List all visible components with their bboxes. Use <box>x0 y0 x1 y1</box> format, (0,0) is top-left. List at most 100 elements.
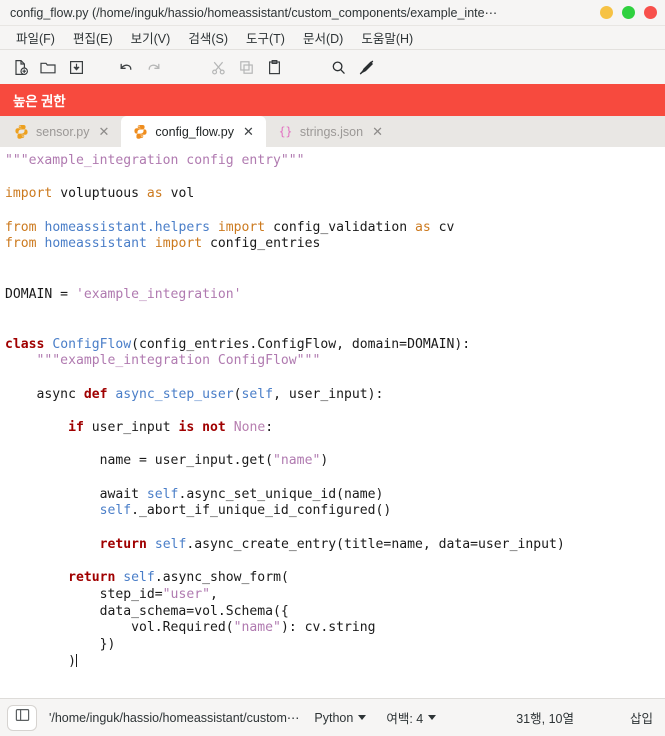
code-line: from homeassistant import config_entries <box>5 236 665 253</box>
tab-label: strings.json <box>299 124 364 139</box>
tab-close-icon[interactable]: ✕ <box>241 123 256 141</box>
code-line: }) <box>5 637 665 654</box>
menu-item-search[interactable]: 검색(S) <box>179 26 237 49</box>
tab-bar: sensor.py ✕ config_flow.py ✕ {} strings.… <box>0 116 665 148</box>
menu-item-tools[interactable]: 도구(T) <box>237 26 294 49</box>
highlight-off-icon <box>358 59 375 76</box>
code-token: ._abort_if_unique_id_configured() <box>131 503 392 519</box>
code-token: (config_entries.ConfigFlow, domain=DOMAI… <box>131 336 471 352</box>
open-folder-button[interactable] <box>34 54 62 80</box>
python-file-icon <box>14 124 29 139</box>
indent-selector[interactable]: 여백: 4 <box>381 705 441 730</box>
code-token: homeassistant.helpers <box>44 219 210 235</box>
code-token: , user_input): <box>273 386 384 402</box>
redo-button[interactable] <box>140 54 168 80</box>
search-button[interactable] <box>324 54 352 80</box>
code-line: step_id="user", <box>5 587 665 604</box>
code-token: }) <box>5 636 116 652</box>
code-token: self <box>241 386 274 402</box>
code-token: if <box>68 420 84 435</box>
menu-bar: 파일(F) 편집(E) 보기(V) 검색(S) 도구(T) 문서(D) 도움말(… <box>0 26 665 50</box>
code-line: return self.async_create_entry(title=nam… <box>5 537 665 554</box>
code-token: step_id= <box>5 586 163 602</box>
copy-button[interactable] <box>232 54 260 80</box>
highlight-off-button[interactable] <box>352 54 380 80</box>
python-file-icon <box>133 124 148 139</box>
code-token: return <box>68 570 116 586</box>
code-token: ): cv.string <box>280 620 376 636</box>
code-token: DOMAIN = <box>5 286 76 302</box>
code-token: ) <box>5 653 76 669</box>
code-token: self <box>154 536 187 552</box>
code-editor[interactable]: """example_integration config entry""" i… <box>0 148 665 698</box>
code-token: as <box>414 219 431 235</box>
code-content[interactable]: """example_integration config entry""" i… <box>2 153 665 670</box>
close-button[interactable] <box>644 6 657 19</box>
menu-item-edit[interactable]: 편집(E) <box>64 26 122 49</box>
toolbar <box>0 50 665 84</box>
code-token: name = user_input.get( <box>5 453 274 469</box>
undo-button[interactable] <box>112 54 140 80</box>
paste-button[interactable] <box>260 54 288 80</box>
tab-close-icon[interactable]: ✕ <box>97 123 112 141</box>
code-token: : <box>265 420 274 435</box>
status-bar: '/home/inguk/hassio/homeassistant/custom… <box>0 698 665 736</box>
tab-close-icon[interactable]: ✕ <box>370 123 385 141</box>
menu-item-file[interactable]: 파일(F) <box>7 26 64 49</box>
code-token: import <box>154 236 203 252</box>
code-token: 'example_integration' <box>75 286 242 302</box>
code-token: config_entries <box>202 236 321 252</box>
code-token: not <box>202 420 226 435</box>
code-token: import <box>5 186 53 202</box>
tab-strings-json[interactable]: {} strings.json ✕ <box>266 116 395 147</box>
redo-icon <box>145 59 163 76</box>
code-line: async def async_step_user(self, user_inp… <box>5 387 665 404</box>
tab-config-flow-py[interactable]: config_flow.py ✕ <box>121 116 266 147</box>
insert-mode-label: 삽입 <box>629 712 653 726</box>
menu-item-document[interactable]: 문서(D) <box>294 26 352 49</box>
code-line: class ConfigFlow(config_entries.ConfigFl… <box>5 337 665 354</box>
undo-icon <box>117 59 135 76</box>
maximize-button[interactable] <box>622 6 635 19</box>
menu-item-view[interactable]: 보기(V) <box>122 26 180 49</box>
minimize-button[interactable] <box>600 6 613 19</box>
json-file-icon: {} <box>278 124 293 139</box>
code-token: "user" <box>162 586 210 602</box>
sidebar-panel-icon <box>15 708 30 727</box>
toolbar-separator <box>90 67 112 68</box>
code-token: ( <box>233 386 242 402</box>
code-token: ConfigFlow <box>52 336 132 352</box>
sidebar-toggle-button[interactable] <box>7 704 37 731</box>
code-line: ) <box>5 653 665 671</box>
code-token: user_input <box>83 420 179 435</box>
tab-sensor-py[interactable]: sensor.py ✕ <box>2 116 121 147</box>
code-token: .async_set_unique_id(name) <box>178 486 384 502</box>
code-token: self <box>123 570 155 586</box>
menu-item-help[interactable]: 도움말(H) <box>352 26 422 49</box>
paste-icon <box>266 59 283 76</box>
cut-button[interactable] <box>204 54 232 80</box>
language-selector[interactable]: Python <box>309 708 371 728</box>
open-folder-icon <box>39 59 57 76</box>
save-button[interactable] <box>62 54 90 80</box>
code-token: data_schema=vol.Schema({ <box>5 603 289 619</box>
new-file-icon <box>12 59 29 76</box>
new-file-button[interactable] <box>6 54 34 80</box>
code-token: vol <box>162 186 195 202</box>
code-line: await self.async_set_unique_id(name) <box>5 487 665 504</box>
code-token: "name" <box>233 620 281 636</box>
code-token: "name" <box>273 453 321 469</box>
code-token: self <box>99 503 132 519</box>
